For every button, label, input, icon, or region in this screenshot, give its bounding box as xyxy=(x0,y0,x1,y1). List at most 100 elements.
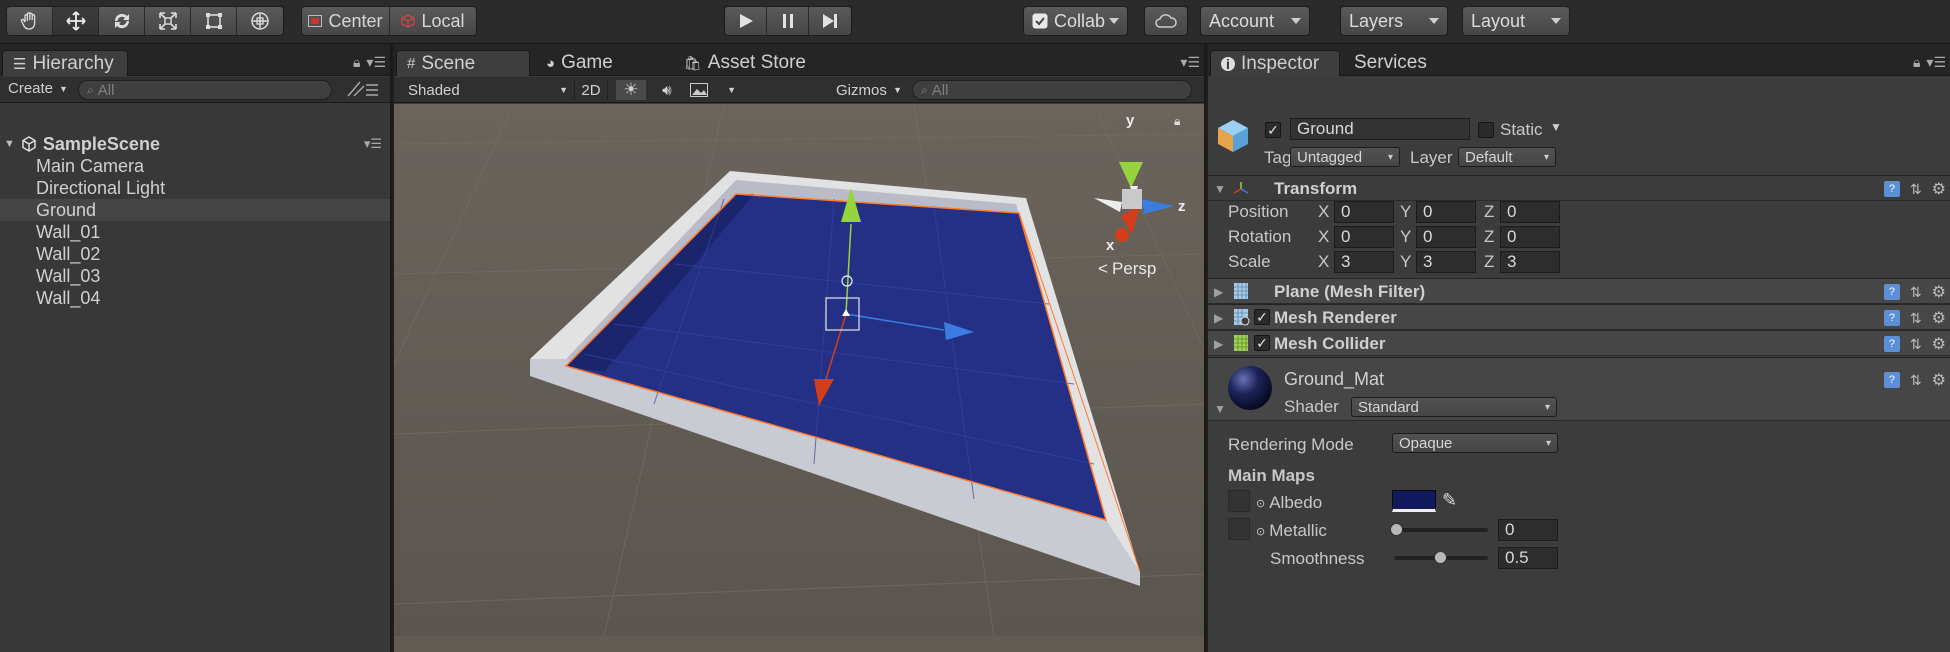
preset-icon[interactable]: ⇅ xyxy=(1910,310,1922,327)
scale-y-field[interactable]: 3 xyxy=(1416,251,1476,273)
gear-icon[interactable]: ⚙ xyxy=(1932,308,1946,328)
panel-menu-icon[interactable]: ▾☰ xyxy=(1926,54,1946,71)
metallic-slider-thumb[interactable] xyxy=(1390,523,1403,536)
list-item[interactable]: Main Camera xyxy=(0,155,390,177)
gizmos-dropdown[interactable]: Gizmos ▼ xyxy=(836,80,902,100)
hand-tool-button[interactable] xyxy=(7,7,53,35)
play-button[interactable] xyxy=(725,7,767,35)
transform-header[interactable]: ▼ Transform ? ⇅ ⚙ xyxy=(1208,175,1950,201)
foldout-arrow-icon[interactable]: ▼ xyxy=(1214,182,1226,196)
audio-toggle[interactable]: 🔊︎ xyxy=(652,80,682,100)
pivot-mode-button[interactable]: Center xyxy=(302,7,390,35)
scene-root-row[interactable]: ▼ SampleScene ▾☰ xyxy=(0,133,390,155)
rendering-mode-dropdown[interactable]: Opaque ▾ xyxy=(1392,433,1558,453)
position-x-field[interactable]: 0 xyxy=(1334,201,1394,223)
gear-icon[interactable]: ⚙ xyxy=(1932,179,1946,199)
gear-icon[interactable]: ⚙ xyxy=(1932,370,1946,390)
mesh-renderer-header[interactable]: ▶ ✓ Mesh Renderer ? ⇅ ⚙ xyxy=(1208,304,1950,330)
list-item[interactable]: Wall_03 xyxy=(0,265,390,287)
preset-icon[interactable]: ⇅ xyxy=(1910,181,1922,198)
rect-tool-button[interactable] xyxy=(191,7,237,35)
foldout-arrow-icon[interactable]: ▼ xyxy=(1214,402,1226,416)
collab-dropdown[interactable]: Collab xyxy=(1023,6,1128,36)
panel-menu-icon[interactable]: ▾☰ xyxy=(366,54,386,71)
lighting-toggle[interactable]: ☀ xyxy=(616,80,646,100)
static-checkbox[interactable] xyxy=(1478,122,1494,138)
eyedropper-icon[interactable]: ✎ xyxy=(1442,490,1457,511)
hierarchy-search-input[interactable]: ⌕ All xyxy=(78,80,332,100)
scale-x-field[interactable]: 3 xyxy=(1334,251,1394,273)
rotate-tool-button[interactable] xyxy=(99,7,145,35)
target-dot-icon[interactable]: ⊙ xyxy=(1256,497,1265,510)
lock-icon[interactable]: 🔒︎ xyxy=(353,54,360,71)
tab-hierarchy[interactable]: ☰ Hierarchy xyxy=(2,50,128,76)
active-checkbox[interactable]: ✓ xyxy=(1265,122,1281,138)
list-item-selected[interactable]: Ground xyxy=(0,199,390,221)
toggle-2d-button[interactable]: 2D xyxy=(574,80,608,100)
tag-dropdown[interactable]: Untagged ▾ xyxy=(1290,147,1400,167)
create-dropdown[interactable]: Create ▼ xyxy=(8,80,68,97)
scene-search-input[interactable]: ⌕ All xyxy=(912,80,1192,100)
position-z-field[interactable]: 0 xyxy=(1500,201,1560,223)
layer-dropdown[interactable]: Default ▾ xyxy=(1458,147,1556,167)
metallic-slider-track[interactable] xyxy=(1394,528,1488,532)
foldout-arrow-icon[interactable]: ▶ xyxy=(1214,285,1223,299)
metallic-value-field[interactable]: 0 xyxy=(1498,519,1558,541)
account-dropdown[interactable]: Account xyxy=(1200,6,1310,36)
scale-z-field[interactable]: 3 xyxy=(1500,251,1560,273)
albedo-color-swatch[interactable] xyxy=(1392,490,1436,512)
pause-button[interactable] xyxy=(767,7,809,35)
foldout-arrow-icon[interactable]: ▶ xyxy=(1214,337,1223,351)
static-dropdown-arrow[interactable]: ▼ xyxy=(1550,120,1562,134)
tab-inspector[interactable]: i Inspector xyxy=(1210,50,1340,76)
metallic-texture-slot[interactable] xyxy=(1228,518,1250,540)
mesh-collider-enabled-checkbox[interactable]: ✓ xyxy=(1254,335,1270,351)
help-book-icon[interactable]: ? xyxy=(1883,372,1900,388)
panel-menu-icon[interactable]: ▾☰ xyxy=(1180,54,1200,71)
rotation-x-field[interactable]: 0 xyxy=(1334,226,1394,248)
tab-scene[interactable]: # Scene xyxy=(396,50,530,76)
object-name-input[interactable]: Ground xyxy=(1290,118,1470,140)
preset-icon[interactable]: ⇅ xyxy=(1910,372,1922,389)
layers-dropdown[interactable]: Layers xyxy=(1340,6,1448,36)
step-button[interactable] xyxy=(809,7,851,35)
pivot-rotation-button[interactable]: Local xyxy=(390,7,476,35)
preset-icon[interactable]: ⇅ xyxy=(1910,284,1922,301)
smoothness-slider-thumb[interactable] xyxy=(1434,551,1447,564)
cloud-button[interactable] xyxy=(1144,6,1188,36)
help-book-icon[interactable]: ? xyxy=(1883,284,1900,300)
help-book-icon[interactable]: ? xyxy=(1883,336,1900,352)
rotation-z-field[interactable]: 0 xyxy=(1500,226,1560,248)
list-item[interactable]: Directional Light xyxy=(0,177,390,199)
filter-icon[interactable] xyxy=(346,80,380,103)
tab-services[interactable]: Services xyxy=(1344,50,1437,76)
shader-dropdown[interactable]: Standard ▾ xyxy=(1351,397,1557,417)
smoothness-value-field[interactable]: 0.5 xyxy=(1498,547,1558,569)
foldout-arrow-icon[interactable]: ▼ xyxy=(4,138,15,150)
mesh-filter-header[interactable]: ▶ Plane (Mesh Filter) ? ⇅ ⚙ xyxy=(1208,278,1950,304)
foldout-arrow-icon[interactable]: ▶ xyxy=(1214,311,1223,325)
tab-game[interactable]: ◕ Game xyxy=(536,50,623,76)
gear-icon[interactable]: ⚙ xyxy=(1932,334,1946,354)
preset-icon[interactable]: ⇅ xyxy=(1910,336,1922,353)
mesh-collider-header[interactable]: ▶ ✓ Mesh Collider ? ⇅ ⚙ xyxy=(1208,330,1950,356)
gear-icon[interactable]: ⚙ xyxy=(1932,282,1946,302)
rotation-y-field[interactable]: 0 xyxy=(1416,226,1476,248)
layout-dropdown[interactable]: Layout xyxy=(1462,6,1570,36)
albedo-texture-slot[interactable] xyxy=(1228,490,1250,512)
scale-tool-button[interactable] xyxy=(145,7,191,35)
projection-toggle[interactable]: < Persp xyxy=(1098,259,1156,279)
scene-viewport[interactable]: y z x < Persp 🔒︎ xyxy=(394,104,1204,652)
help-book-icon[interactable]: ? xyxy=(1883,310,1900,326)
list-item[interactable]: Wall_02 xyxy=(0,243,390,265)
transform-tool-button[interactable] xyxy=(237,7,283,35)
draw-mode-dropdown[interactable]: Shaded ▼ xyxy=(408,80,568,100)
tab-asset-store[interactable]: 🛍︎ Asset Store xyxy=(674,50,816,76)
list-item[interactable]: Wall_04 xyxy=(0,287,390,309)
move-tool-button[interactable] xyxy=(53,7,99,35)
material-header[interactable]: ▼ Ground_Mat Shader Standard ▾ ? ⇅ ⚙ xyxy=(1208,357,1950,421)
lock-icon[interactable]: 🔒︎ xyxy=(1174,114,1180,129)
list-item[interactable]: Wall_01 xyxy=(0,221,390,243)
lock-icon[interactable]: 🔒︎ xyxy=(1913,54,1920,71)
scene-menu-icon[interactable]: ▾☰ xyxy=(364,136,382,152)
